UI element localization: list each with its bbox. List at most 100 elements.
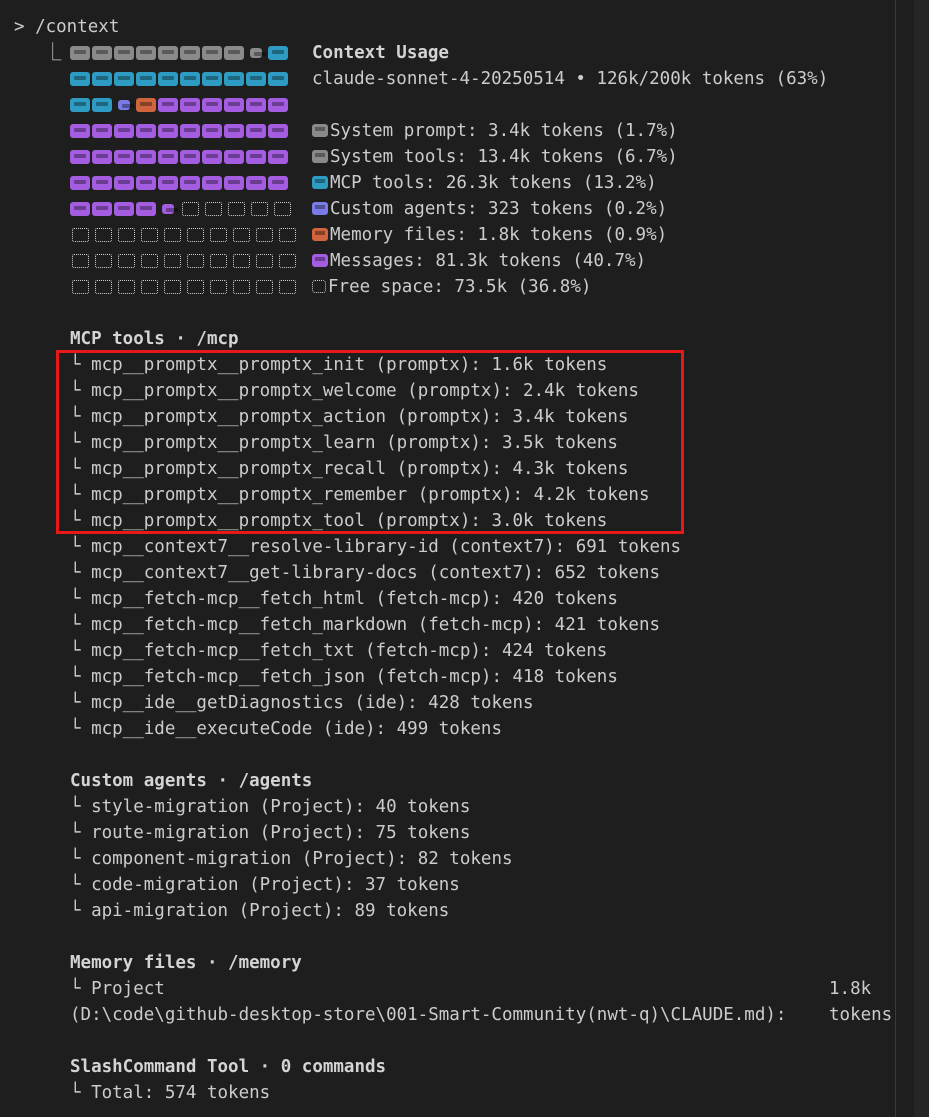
mcp-tool-item-text: mcp__ide__executeCode (ide): 499 tokens bbox=[91, 719, 502, 739]
command-line: > /context bbox=[14, 17, 120, 37]
system-legend-icon bbox=[312, 150, 328, 163]
mcp-tool-item-text: mcp__fetch-mcp__fetch_html (fetch-mcp): … bbox=[91, 589, 618, 609]
legend-text: Free space: 73.5k (36.8%) bbox=[328, 277, 592, 297]
free-cell-icon bbox=[256, 254, 273, 268]
tree-branch: └ bbox=[70, 537, 92, 557]
free-cell-icon bbox=[210, 280, 227, 294]
free-cell-icon bbox=[274, 202, 291, 216]
memory-item-path: (D:\code\github-desktop-store\001-Smart-… bbox=[70, 1005, 787, 1025]
messages-cell-icon bbox=[114, 202, 134, 216]
legend-item-free: Free space: 73.5k (36.8%) bbox=[312, 274, 591, 300]
messages-cell-icon bbox=[224, 176, 244, 190]
mcp-tool-item: └ mcp__fetch-mcp__fetch_txt (fetch-mcp):… bbox=[70, 638, 607, 664]
messages-cell-icon bbox=[246, 150, 266, 164]
tree-branch: └ bbox=[70, 667, 92, 687]
free-cell-icon bbox=[279, 254, 296, 268]
messages-cell-icon bbox=[180, 176, 200, 190]
messages-cell-icon bbox=[114, 176, 134, 190]
mcp-tool-item: └ mcp__fetch-mcp__fetch_json (fetch-mcp)… bbox=[70, 664, 618, 690]
scrollbar-track[interactable] bbox=[914, 0, 929, 1117]
memory-item-size: 1.8k bbox=[829, 979, 872, 999]
mcp-cell-icon bbox=[136, 72, 156, 86]
custom-agent-item: └ style-migration (Project): 40 tokens bbox=[70, 794, 470, 820]
free-cell-icon bbox=[233, 228, 250, 242]
mcp-cell-icon bbox=[224, 72, 244, 86]
mcp-cell-icon bbox=[114, 72, 134, 86]
free-cell-icon bbox=[210, 254, 227, 268]
system-cell-icon bbox=[114, 46, 134, 60]
tree-branch: └ bbox=[70, 797, 92, 817]
mcp-tool-item: └ mcp__fetch-mcp__fetch_markdown (fetch-… bbox=[70, 612, 660, 638]
legend-item-system: System tools: 13.4k tokens (6.7%) bbox=[312, 144, 678, 170]
free-cell-icon bbox=[279, 228, 296, 242]
mcp-cell-icon bbox=[70, 98, 90, 112]
messages-cell-icon bbox=[92, 150, 112, 164]
tree-branch: └ bbox=[70, 615, 92, 635]
scrollbar-divider bbox=[895, 0, 896, 1117]
free-legend-icon bbox=[312, 280, 326, 293]
messages-cell-icon bbox=[224, 150, 244, 164]
messages-cell-icon bbox=[202, 176, 222, 190]
free-cell-icon bbox=[164, 228, 181, 242]
free-cell-icon bbox=[233, 280, 250, 294]
custom-agent-item-text: component-migration (Project): 82 tokens bbox=[91, 849, 513, 869]
tree-branch: └ bbox=[70, 849, 92, 869]
messages-legend-icon bbox=[312, 254, 328, 267]
messages-cell-icon bbox=[224, 98, 244, 112]
messages-cell-icon bbox=[70, 202, 90, 216]
legend-item-agents: Custom agents: 323 tokens (0.2%) bbox=[312, 196, 667, 222]
messages-cell-icon bbox=[158, 176, 178, 190]
system-cell-icon bbox=[158, 46, 178, 60]
grid-row bbox=[70, 66, 288, 92]
grid-row bbox=[70, 144, 288, 170]
custom-agent-item-text: api-migration (Project): 89 tokens bbox=[91, 901, 450, 921]
messages-cell-icon bbox=[158, 124, 178, 138]
tree-branch: └ bbox=[70, 693, 92, 713]
free-cell-icon bbox=[228, 202, 245, 216]
messages-cell-icon bbox=[136, 176, 156, 190]
mcp-cell-icon bbox=[246, 72, 266, 86]
messages-cell-icon bbox=[268, 124, 288, 138]
mcp-tool-item: └ mcp__context7__get-library-docs (conte… bbox=[70, 560, 660, 586]
free-cell-icon bbox=[95, 254, 112, 268]
free-cell-icon bbox=[164, 280, 181, 294]
free-cell-icon bbox=[182, 202, 199, 216]
grid-row bbox=[70, 92, 288, 118]
mcp-cell-icon bbox=[158, 72, 178, 86]
mcp-cell-icon bbox=[268, 46, 288, 60]
tree-branch: └ bbox=[70, 641, 92, 661]
mcp-tool-item: └ mcp__context7__resolve-library-id (con… bbox=[70, 534, 681, 560]
free-cell-icon bbox=[118, 228, 135, 242]
model-usage-line: claude-sonnet-4-20250514 • 126k/200k tok… bbox=[312, 69, 829, 89]
free-cell-icon bbox=[95, 228, 112, 242]
tree-branch: └ bbox=[70, 979, 92, 999]
free-cell-icon bbox=[205, 202, 222, 216]
mcp-tool-item: └ mcp__ide__executeCode (ide): 499 token… bbox=[70, 716, 502, 742]
legend-item-mcp: MCP tools: 26.3k tokens (13.2%) bbox=[312, 170, 657, 196]
free-cell-icon bbox=[141, 254, 158, 268]
mcp-tool-item-text: mcp__ide__getDiagnostics (ide): 428 toke… bbox=[91, 693, 534, 713]
agents-legend-icon bbox=[312, 202, 328, 215]
messages-cell-icon bbox=[246, 124, 266, 138]
legend-text: Custom agents: 323 tokens (0.2%) bbox=[330, 199, 668, 219]
mcp-tool-item-text: mcp__context7__resolve-library-id (conte… bbox=[91, 537, 682, 557]
system-cell-icon bbox=[180, 46, 200, 60]
legend-item-messages: Messages: 81.3k tokens (40.7%) bbox=[312, 248, 646, 274]
free-cell-icon bbox=[187, 228, 204, 242]
messages-cell-icon bbox=[202, 150, 222, 164]
messages-cell-icon bbox=[136, 124, 156, 138]
custom-agent-item: └ code-migration (Project): 37 tokens bbox=[70, 872, 460, 898]
custom-agent-item: └ api-migration (Project): 89 tokens bbox=[70, 898, 449, 924]
tree-branch: └ bbox=[70, 875, 92, 895]
custom-agent-item-text: code-migration (Project): 37 tokens bbox=[91, 875, 460, 895]
free-cell-icon bbox=[187, 280, 204, 294]
mcp-tool-item-text: mcp__fetch-mcp__fetch_json (fetch-mcp): … bbox=[91, 667, 618, 687]
tree-branch: └ bbox=[70, 589, 92, 609]
slashcommand-heading: SlashCommand Tool · 0 commands bbox=[70, 1057, 387, 1077]
free-cell-icon bbox=[118, 254, 135, 268]
agents-cell-icon bbox=[118, 100, 134, 110]
grid-row bbox=[70, 118, 288, 144]
system-cell-icon bbox=[136, 46, 156, 60]
memory-item-label: Project bbox=[91, 979, 165, 999]
system-cell-icon bbox=[224, 46, 244, 60]
